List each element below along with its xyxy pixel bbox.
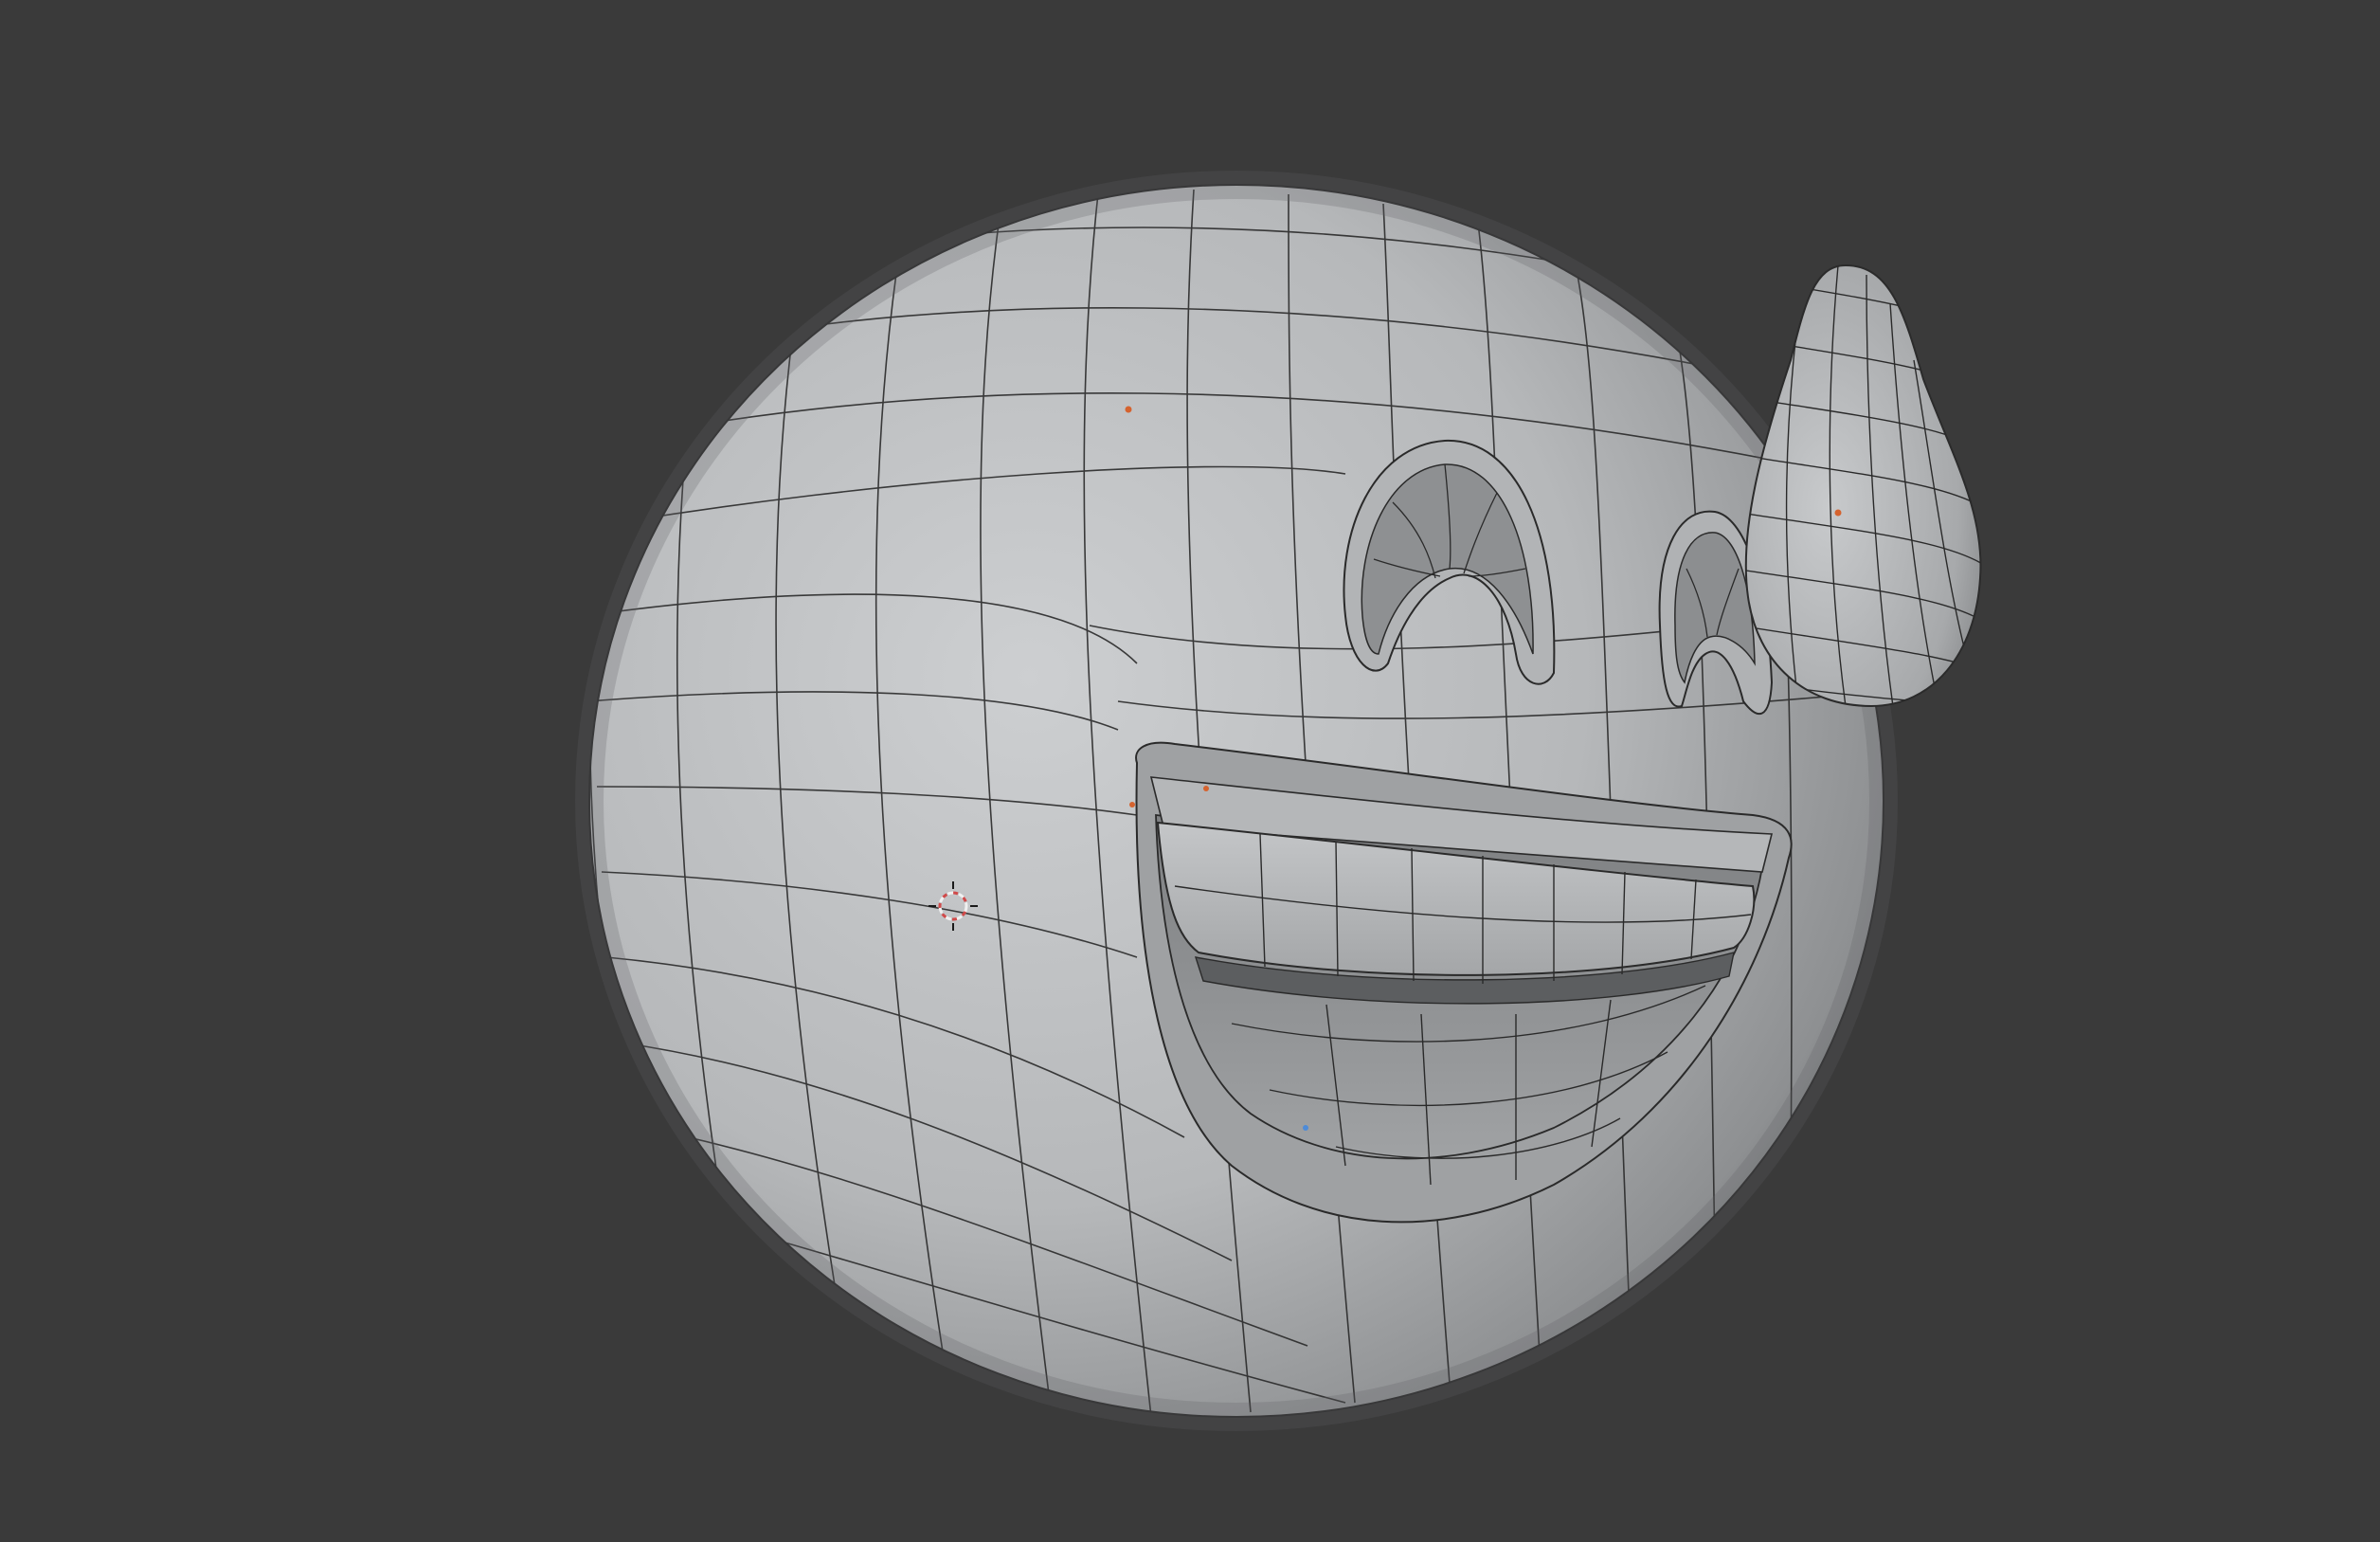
viewport-canvas[interactable]: [0, 0, 2380, 1542]
3d-viewport[interactable]: [0, 0, 2380, 1542]
sweat-drop-mesh[interactable]: [1734, 263, 1990, 720]
